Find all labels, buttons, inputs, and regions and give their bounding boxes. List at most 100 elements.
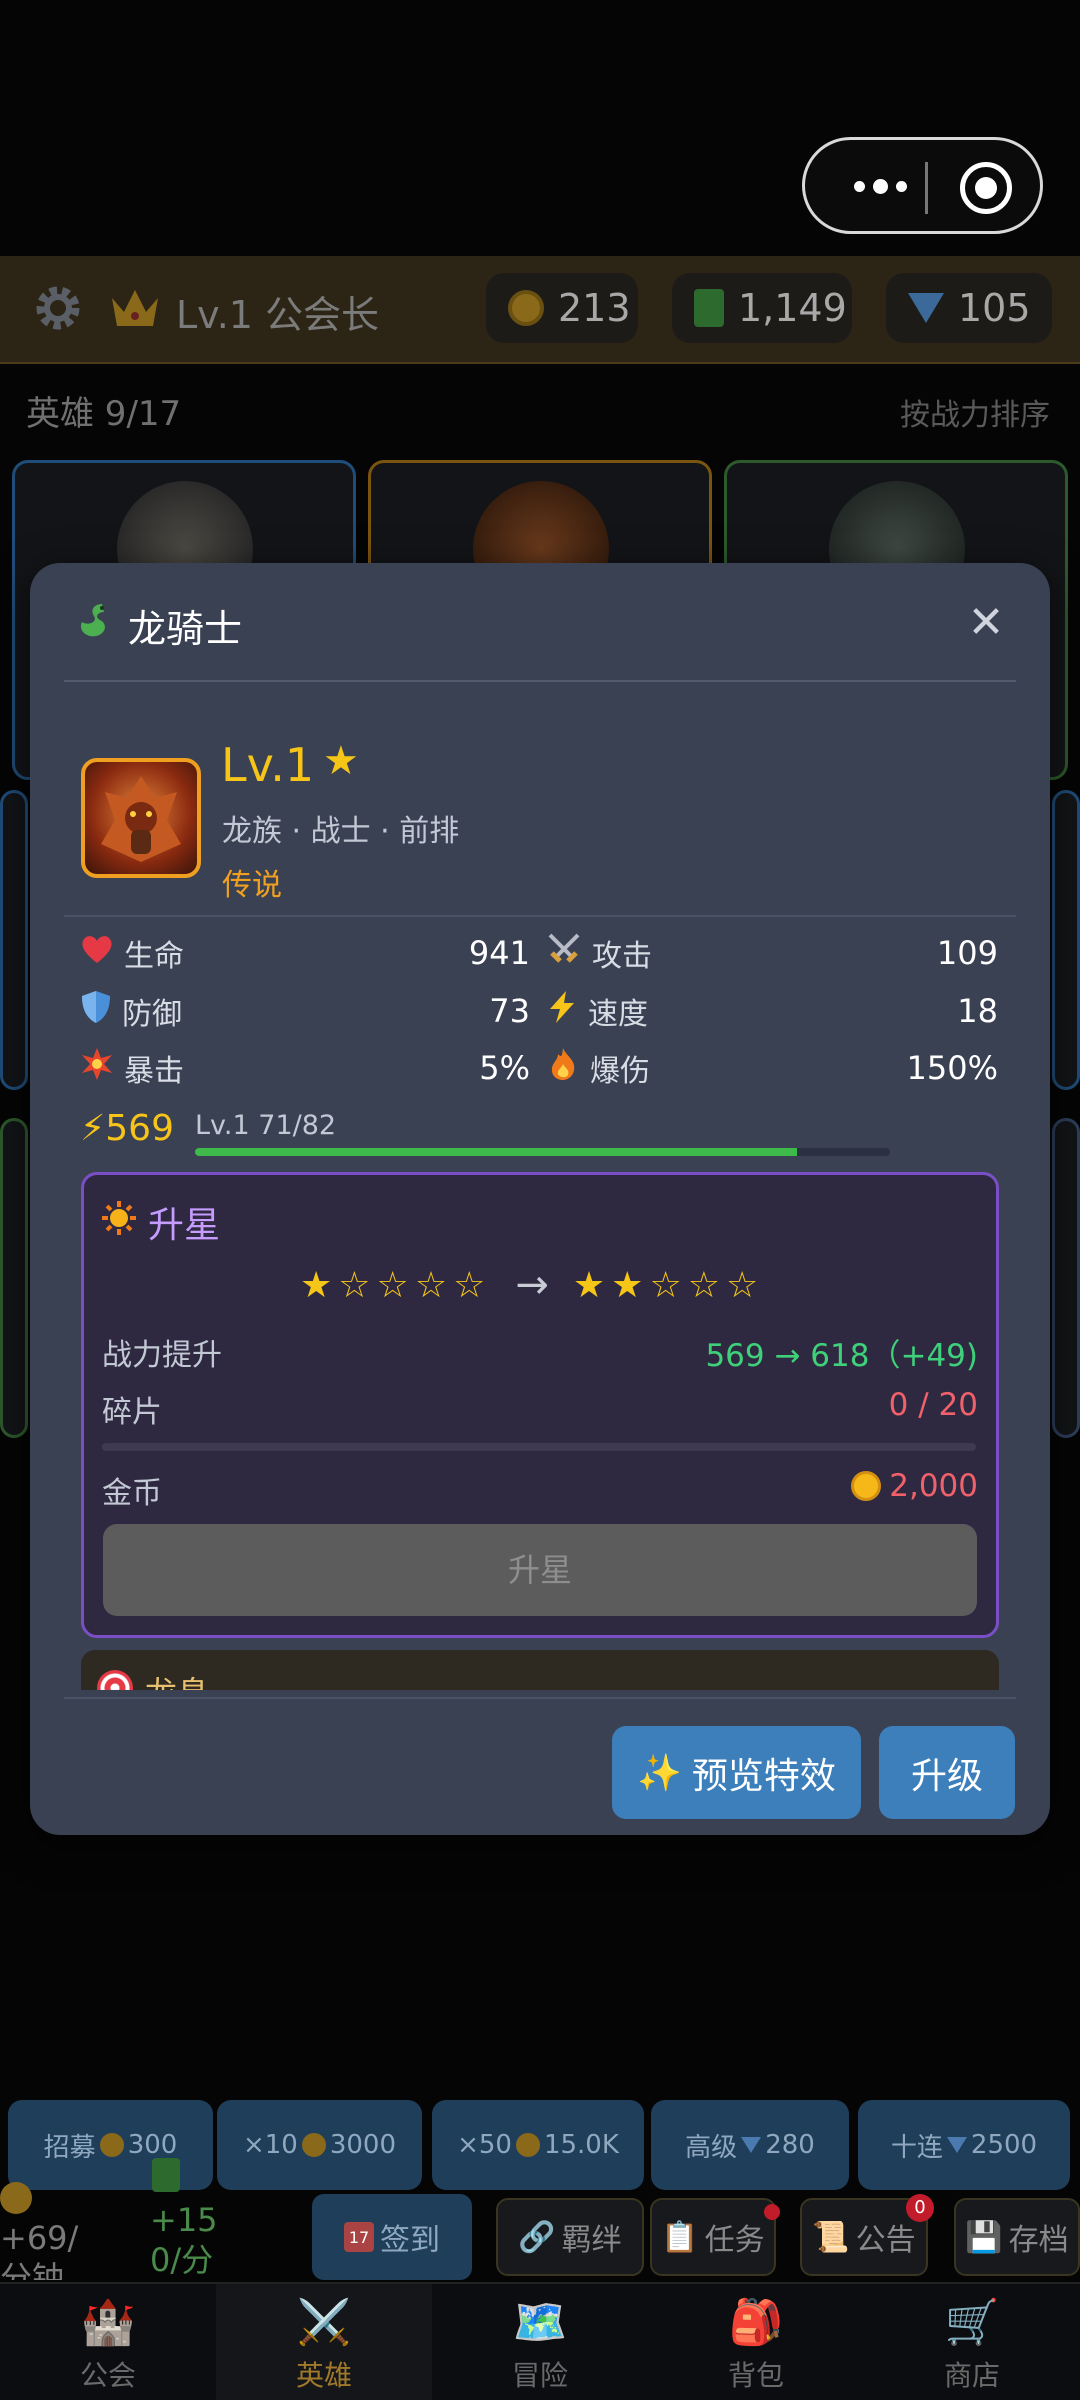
stat-label: 速度 (588, 997, 648, 1032)
sort-by-power-button[interactable]: 按战力排序 (900, 390, 1050, 434)
dragon-breath-section: 龙息 (81, 1650, 999, 1690)
book-value: 1,149 (738, 286, 847, 330)
book-income-unit: 0/分 (150, 2241, 214, 2279)
tasks-dot-badge (764, 2204, 780, 2220)
bond-button[interactable]: 🔗 羁绊 (496, 2198, 644, 2276)
gold-income-unit: 分钟 (0, 2259, 65, 2280)
tasks-button[interactable]: 📋 任务 (650, 2198, 776, 2276)
book-icon (152, 2158, 180, 2192)
combat-power: ⚡569 (80, 1108, 174, 1149)
link-icon: 🔗 (518, 2219, 556, 2255)
hero-card-edge (0, 790, 28, 1090)
diamond-counter[interactable]: 105 (886, 273, 1052, 343)
hero-tags: 龙族 · 战士 · 前排 (222, 814, 460, 849)
diamond-icon (741, 2137, 762, 2153)
coin-value: 213 (558, 286, 631, 330)
recruit-x10-button[interactable]: ×10 3000 (217, 2100, 422, 2190)
stat-crit-damage: 爆伤 (546, 1046, 650, 1090)
exp-label: Lv.1 71/82 (195, 1110, 337, 1141)
book-income-rate: +15 (150, 2201, 218, 2239)
modal-header: 龙骑士 (72, 600, 243, 651)
close-icon[interactable]: ✕ (966, 598, 1006, 648)
swords-icon: ⚔️ (296, 2297, 352, 2348)
nav-guild[interactable]: 🏰 公会 (0, 2292, 216, 2400)
shards-progress-bar (102, 1443, 976, 1451)
stat-attack: 攻击 (546, 931, 652, 975)
sparkles-icon: ✨ (637, 1752, 682, 1794)
recruit-cost: 300 (127, 2130, 178, 2160)
book-counter[interactable]: 1,149 (672, 273, 852, 343)
diamond-icon (946, 2137, 967, 2153)
cart-icon: 🛒 (944, 2297, 1000, 2348)
nav-heroes[interactable]: ⚔️ 英雄 (216, 2292, 432, 2400)
recruit-cost: 280 (765, 2130, 815, 2160)
lightning-icon (546, 989, 578, 1033)
scroll-icon: 📜 (812, 2219, 850, 2255)
upgrade-button[interactable]: 升级 (879, 1726, 1015, 1819)
stat-label: 生命 (124, 939, 184, 974)
nav-label: 背包 (727, 2359, 784, 2392)
hero-portrait (81, 758, 201, 878)
coin-icon (515, 2133, 540, 2157)
bond-label: 羁绊 (561, 2223, 622, 2258)
diamond-icon (908, 293, 944, 323)
crown-icon (108, 284, 162, 330)
coin-icon (851, 1471, 882, 1501)
recruit-ten-pull-button[interactable]: 十连 2500 (858, 2100, 1070, 2190)
stat-value: 5% (479, 1049, 530, 1087)
power-gain-value: 569 → 618（+49) (705, 1338, 978, 1374)
upgrade-label: 升级 (910, 1755, 983, 1797)
recruit-label: 十连 (890, 2132, 943, 2163)
hero-rarity: 传说 (222, 868, 282, 903)
book-income: +15 0/分 (150, 2200, 218, 2280)
stat-value: 73 (489, 992, 530, 1030)
recruit-x50-button[interactable]: ×50 15.0K (432, 2100, 644, 2190)
hero-level: Lv.1 (221, 738, 315, 792)
nav-label: 英雄 (295, 2359, 352, 2392)
recruit-label: ×10 (242, 2130, 298, 2160)
recruit-premium-button[interactable]: 高级 280 (651, 2100, 849, 2190)
more-menu-icon[interactable] (835, 160, 925, 212)
map-icon: 🗺️ (512, 2297, 568, 2348)
coin-counter[interactable]: 213 (486, 273, 638, 343)
stat-hp: 生命 (80, 931, 184, 975)
coin-icon (0, 2182, 32, 2214)
heart-icon (80, 933, 114, 973)
save-label: 存档 (1008, 2223, 1069, 2258)
nav-adventure[interactable]: 🗺️ 冒险 (432, 2292, 648, 2400)
nav-shop[interactable]: 🛒 商店 (864, 2292, 1080, 2400)
save-button[interactable]: 💾 存档 (954, 2198, 1080, 2276)
stat-value: 150% (906, 1049, 998, 1087)
info-divider (64, 915, 1016, 917)
swords-icon (546, 931, 582, 975)
calendar-icon: 17 (344, 2222, 374, 2252)
recruit-button[interactable]: 招募 300 (8, 2100, 213, 2190)
stat-defense: 防御 (80, 989, 182, 1033)
modal-title: 龙骑士 (128, 606, 243, 651)
star-up-title: 升星 (148, 1205, 221, 1246)
preview-effects-button[interactable]: ✨ 预览特效 (612, 1726, 861, 1819)
check-in-button[interactable]: 17 签到 (312, 2194, 472, 2280)
hero-card-edge (0, 1118, 28, 1438)
stat-label: 爆伤 (590, 1054, 650, 1089)
recruit-label: 高级 (685, 2132, 738, 2163)
power-gain-label: 战力提升 (102, 1338, 222, 1373)
shards-value: 0 / 20 (888, 1387, 978, 1423)
arrow-right-icon: → (515, 1262, 549, 1308)
stat-speed: 速度 (546, 989, 648, 1033)
hero-card-edge (1052, 1118, 1080, 1438)
player-level-title: Lv.1 公会长 (176, 293, 380, 337)
section-title: 龙息 (145, 1668, 209, 1690)
hero-count-label: 英雄 9/17 (26, 394, 182, 434)
gold-cost-value: 2,000 (889, 1468, 978, 1504)
stat-label: 防御 (122, 997, 182, 1032)
nav-backpack[interactable]: 🎒 背包 (648, 2292, 864, 2400)
star-up-button[interactable]: 升星 (103, 1524, 977, 1616)
stat-value: 18 (957, 992, 998, 1030)
close-miniprogram-icon[interactable] (960, 162, 1012, 214)
nav-label: 公会 (79, 2359, 136, 2392)
gear-icon[interactable] (30, 280, 86, 336)
shield-icon (80, 989, 112, 1033)
star-transition: ★☆☆☆☆ → ★★☆☆☆ (300, 1262, 764, 1308)
miniprogram-capsule (802, 137, 1043, 234)
